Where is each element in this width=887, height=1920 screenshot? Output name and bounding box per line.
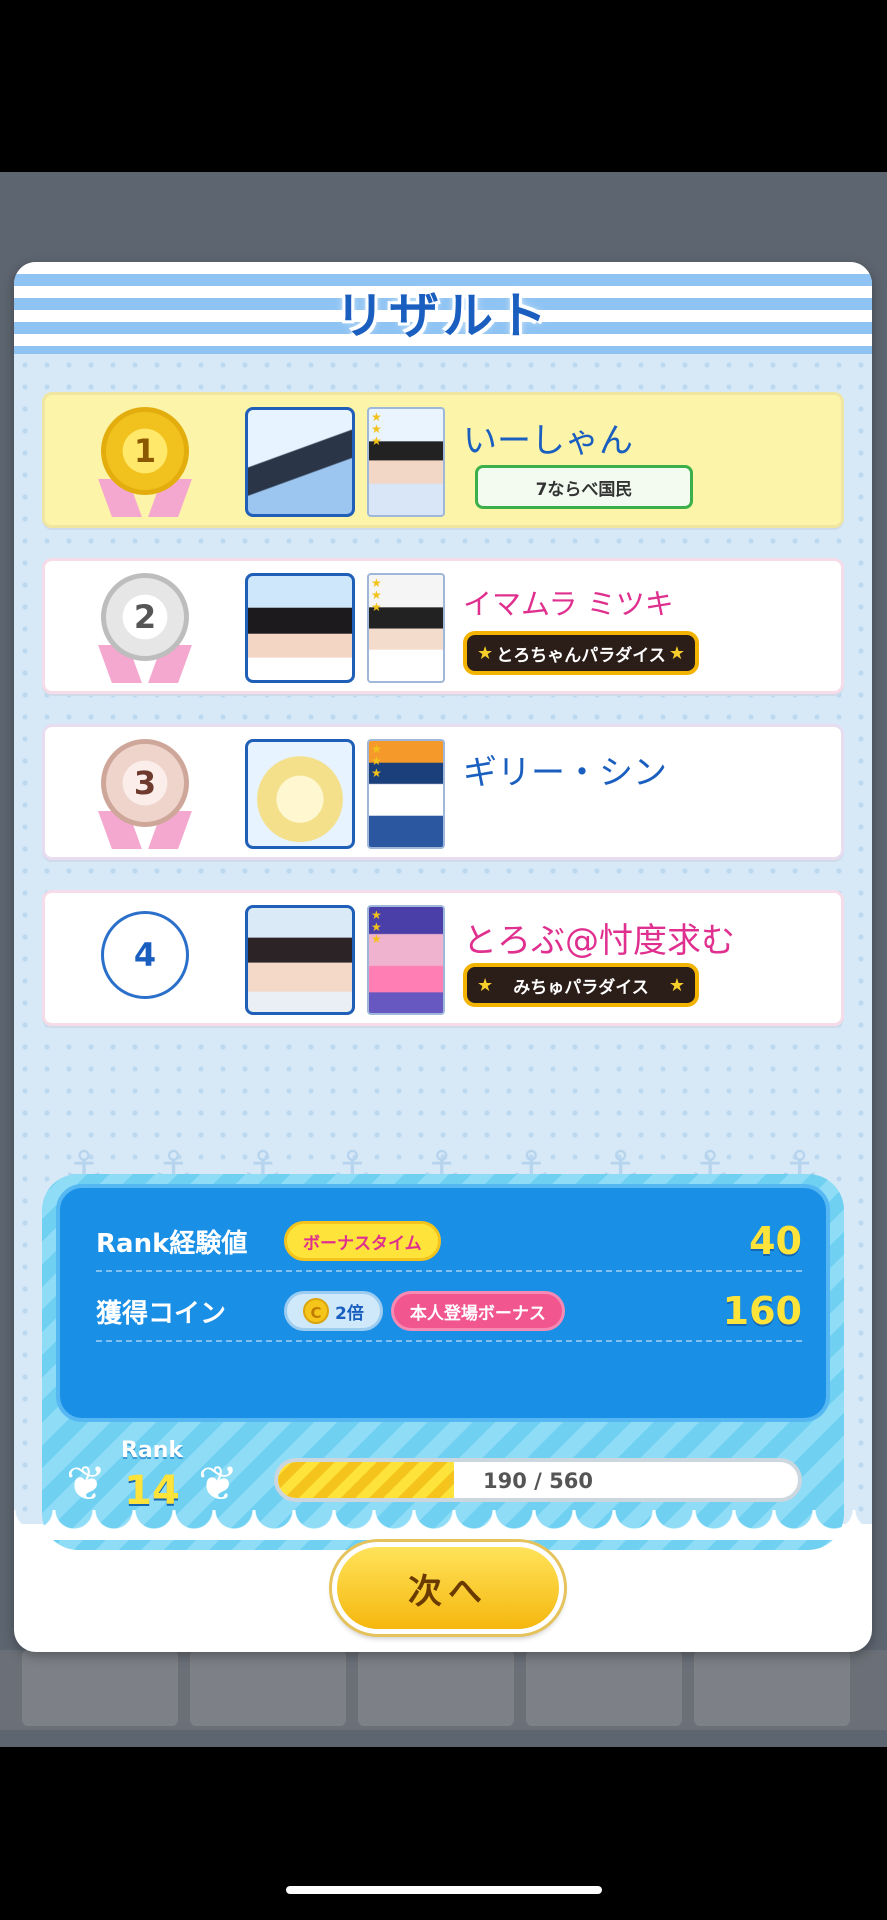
rank-level: 14: [124, 1468, 180, 1514]
player-card: ★ ★ ★: [367, 905, 445, 1015]
result-modal: リザルト ⚓⚓⚓⚓⚓⚓⚓⚓⚓⚓⚓⚓⚓⚓⚓⚓⚓⚓⚓⚓⚓⚓⚓⚓ 1 ★★★ いーしゃ…: [14, 262, 872, 1652]
player-card: ★ ★ ★: [367, 573, 445, 683]
rank-label: Rank: [120, 1438, 184, 1463]
rank-number: 2: [101, 573, 189, 661]
ranking-row-4: 4 ★★★ とろぶ@忖度求む みちゅパラダイス: [42, 890, 844, 1026]
game-screen: リザルト ⚓⚓⚓⚓⚓⚓⚓⚓⚓⚓⚓⚓⚓⚓⚓⚓⚓⚓⚓⚓⚓⚓⚓⚓ 1 ★★★ いーしゃ…: [0, 0, 887, 1920]
coin-value: 160: [722, 1289, 802, 1333]
player-avatar: [245, 407, 355, 517]
rank-number: 1: [101, 407, 189, 495]
rank-number: 3: [101, 739, 189, 827]
star-icon: ★ ★ ★: [371, 742, 382, 780]
coin-multiplier-text: 2倍: [335, 1303, 364, 1324]
medal-silver-icon: 2: [97, 573, 193, 685]
player-card: ★ ★ ★: [367, 739, 445, 849]
background-card: [22, 1650, 178, 1726]
coin-row: 獲得コイン C 2倍 本人登場ボーナス 160: [96, 1282, 802, 1342]
player-title-badge: とろちゃんパラダイス: [463, 631, 699, 675]
ranking-row-2: 2 ★★★ イマムラ ミツキ とろちゃんパラダイス: [42, 558, 844, 694]
ranking-row-1: 1 ★ ★ ★ いーしゃん 7ならべ国民: [42, 392, 844, 528]
player-name: イマムラ ミツキ: [463, 587, 674, 621]
player-avatar: [245, 905, 355, 1015]
star-icon: ★ ★ ★: [371, 576, 382, 614]
next-button[interactable]: 次へ: [332, 1542, 564, 1634]
rank-number: 4: [101, 911, 189, 999]
star-icon: ★ ★ ★: [371, 410, 382, 448]
bonus-time-badge: ボーナスタイム: [284, 1221, 441, 1261]
reward-summary-panel: Rank経験値 ボーナスタイム 40 獲得コイン C 2倍 本人登場ボーナス 1…: [42, 1174, 844, 1550]
home-indicator[interactable]: [286, 1886, 602, 1894]
rank-circle-icon: 4: [97, 905, 193, 1017]
ranking-row-3: 3 ★ ★ ★ ギリー・シン: [42, 724, 844, 860]
medal-gold-icon: 1: [97, 407, 193, 519]
star-icon: ★ ★ ★: [371, 908, 382, 946]
wave-divider: [14, 1510, 872, 1540]
medal-bronze-icon: 3: [97, 739, 193, 851]
player-title-badge: 7ならべ国民: [475, 465, 693, 509]
player-title-badge: みちゅパラダイス: [463, 963, 699, 1007]
modal-body: ⚓⚓⚓⚓⚓⚓⚓⚓⚓⚓⚓⚓⚓⚓⚓⚓⚓⚓⚓⚓⚓⚓⚓⚓ 1 ★★★ いーしゃん 7なら…: [14, 354, 872, 1550]
player-card: ★ ★ ★: [367, 407, 445, 517]
player-name: とろぶ@忖度求む: [463, 921, 735, 961]
modal-header: リザルト: [14, 262, 872, 354]
player-avatar: [245, 739, 355, 849]
background-card: [694, 1650, 850, 1726]
appearance-bonus-badge: 本人登場ボーナス: [390, 1291, 565, 1331]
reward-summary-box: Rank経験値 ボーナスタイム 40 獲得コイン C 2倍 本人登場ボーナス 1…: [56, 1184, 830, 1422]
exp-label: Rank経験値: [96, 1228, 248, 1259]
exp-row: Rank経験値 ボーナスタイム 40: [96, 1212, 802, 1272]
background-card: [358, 1650, 514, 1726]
coin-multiplier-badge: C 2倍: [284, 1291, 383, 1331]
coin-icon: C: [303, 1298, 329, 1324]
player-name: ギリー・シン: [463, 753, 667, 793]
rank-progress-bar: 190 / 560: [274, 1458, 802, 1502]
background-card: [190, 1650, 346, 1726]
player-name: いーしゃん: [463, 421, 633, 461]
background-card: [526, 1650, 682, 1726]
player-avatar: [245, 573, 355, 683]
page-title: リザルト: [335, 287, 551, 345]
background-card-strip: [0, 1650, 887, 1730]
rank-progress-text: 190 / 560: [483, 1469, 593, 1493]
exp-value: 40: [749, 1219, 802, 1263]
coin-label: 獲得コイン: [96, 1298, 227, 1329]
